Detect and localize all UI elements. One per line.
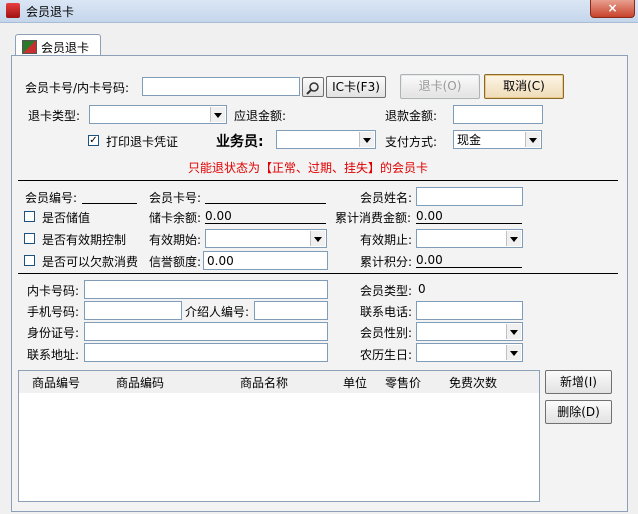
refund-type-select[interactable] (89, 105, 227, 124)
referrer-label: 介绍人编号: (185, 305, 250, 319)
validity-control-checkbox[interactable] (24, 233, 35, 244)
payment-label: 支付方式: (385, 135, 438, 149)
window-title: 会员退卡 (26, 5, 75, 19)
column-header[interactable]: 商品编码 (116, 374, 164, 391)
credit-limit-input[interactable]: 0.00 (203, 251, 328, 270)
refund-amount-label: 退款金额: (385, 109, 438, 123)
column-header[interactable]: 免费次数 (449, 374, 497, 391)
birthday-label: 农历生日: (360, 348, 413, 362)
member-type-label: 会员类型: (360, 284, 413, 298)
print-voucher-label: 打印退卡凭证 (106, 135, 179, 149)
inner-card-input[interactable] (84, 280, 328, 299)
refund-amount-input[interactable] (453, 105, 543, 124)
product-table[interactable]: 商品编号 商品编码 商品名称 单位 零售价 免费次数 (18, 370, 540, 502)
valid-start-select[interactable] (205, 229, 327, 248)
should-refund-label: 应退金额: (234, 109, 287, 123)
id-card-input[interactable] (84, 322, 328, 341)
divider (18, 273, 618, 274)
member-id-value (82, 189, 137, 204)
salesman-select[interactable] (276, 130, 376, 149)
payment-value: 现金 (457, 133, 482, 147)
valid-end-select[interactable] (416, 229, 523, 248)
chevron-down-icon (359, 132, 374, 147)
gender-select[interactable] (416, 322, 523, 341)
tab-label: 会员退卡 (41, 41, 90, 55)
chevron-down-icon (506, 231, 521, 246)
column-header[interactable]: 零售价 (385, 374, 421, 391)
phone-input[interactable] (84, 301, 182, 320)
address-input[interactable] (84, 343, 328, 362)
member-type-value: 0 (418, 282, 426, 296)
chevron-down-icon (506, 324, 521, 339)
salesman-label: 业务员: (216, 134, 264, 150)
credit-checkbox[interactable] (24, 255, 35, 266)
table-header: 商品编号 商品编码 商品名称 单位 零售价 免费次数 (19, 371, 539, 393)
stored-balance-value: 0.00 (205, 209, 326, 224)
card-no-label: 会员卡号/内卡号码: (25, 81, 130, 95)
validity-control-label: 是否有效期控制 (42, 233, 127, 247)
column-header[interactable]: 单位 (343, 374, 367, 391)
contact-phone-input[interactable] (416, 301, 523, 320)
card-no-input[interactable] (142, 77, 300, 96)
chevron-down-icon (506, 345, 521, 360)
search-button[interactable] (302, 77, 324, 97)
address-label: 联系地址: (27, 348, 80, 362)
member-card-label: 会员卡号: (149, 191, 202, 205)
member-name-input[interactable] (416, 187, 523, 206)
id-card-label: 身份证号: (27, 326, 80, 340)
column-header[interactable]: 商品名称 (240, 374, 288, 391)
total-points-value: 0.00 (416, 253, 522, 268)
add-button[interactable]: 新增(I) (545, 370, 612, 394)
credit-label: 是否可以欠款消费 (42, 255, 139, 269)
refund-button[interactable]: 退卡(O) (400, 74, 480, 99)
tab-member-refund[interactable]: 会员退卡 (15, 34, 101, 57)
app-icon (6, 3, 20, 18)
referrer-input[interactable] (254, 301, 328, 320)
refund-notice: 只能退状态为【正常、过期、挂失】的会员卡 (188, 161, 429, 175)
valid-start-label: 有效期始: (149, 233, 202, 247)
cancel-button[interactable]: 取消(C) (484, 74, 564, 99)
member-id-label: 会员编号: (25, 191, 78, 205)
credit-limit-label: 信誉额度: (149, 255, 202, 269)
refund-type-label: 退卡类型: (28, 109, 81, 123)
payment-select[interactable]: 现金 (453, 130, 542, 149)
chevron-down-icon (525, 132, 540, 147)
valid-end-label: 有效期止: (360, 233, 413, 247)
member-card-value (205, 189, 326, 204)
print-voucher-checkbox[interactable]: ✓ (88, 135, 99, 146)
divider (18, 180, 618, 181)
title-bar: 会员退卡 × (0, 0, 638, 23)
total-consume-label: 累计消费金额: (335, 211, 412, 225)
close-button[interactable]: × (590, 0, 635, 18)
gender-label: 会员性别: (360, 326, 413, 340)
inner-card-label: 内卡号码: (27, 284, 80, 298)
stored-balance-label: 储卡余额: (149, 211, 202, 225)
contact-phone-label: 联系电话: (360, 305, 413, 319)
member-card-icon (22, 40, 37, 54)
total-consume-value: 0.00 (416, 209, 522, 224)
chevron-down-icon (310, 231, 325, 246)
search-icon (306, 82, 319, 95)
stored-value-label: 是否储值 (42, 211, 91, 225)
phone-label: 手机号码: (27, 305, 80, 319)
stored-value-checkbox[interactable] (24, 211, 35, 222)
delete-button[interactable]: 删除(D) (545, 400, 612, 424)
total-points-label: 累计积分: (360, 255, 413, 269)
ic-card-button[interactable]: IC卡(F3) (326, 76, 386, 98)
chevron-down-icon (210, 107, 225, 122)
birthday-select[interactable] (416, 343, 523, 362)
member-name-label: 会员姓名: (360, 191, 413, 205)
column-header[interactable]: 商品编号 (32, 374, 80, 391)
